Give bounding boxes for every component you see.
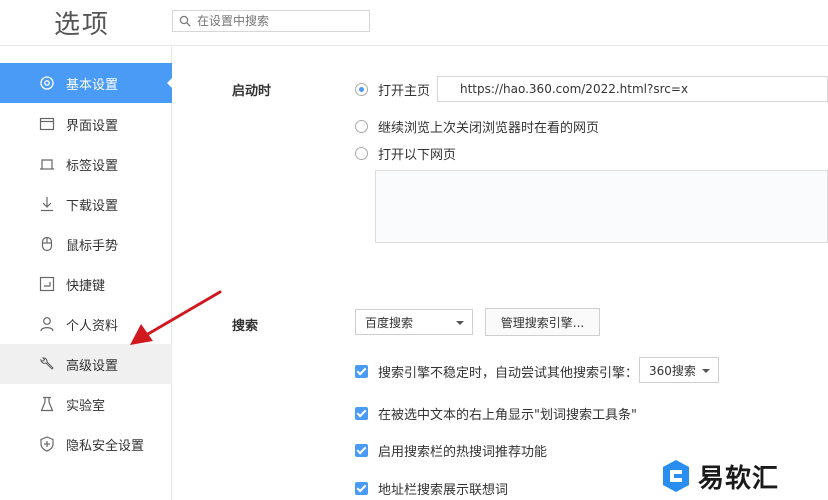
sidebar-item-label: 实验室 bbox=[66, 398, 106, 414]
sidebar-item-label: 下载设置 bbox=[66, 198, 119, 214]
startup-option-continue[interactable]: 继续浏览上次关闭浏览器时在看的网页 bbox=[355, 117, 599, 136]
checkbox[interactable] bbox=[355, 407, 368, 420]
checkbox-label: 搜索引擎不稳定时，自动尝试其他搜索引擎： bbox=[378, 366, 639, 381]
tab-icon bbox=[39, 156, 55, 172]
gear-icon bbox=[39, 75, 55, 91]
startup-section-label: 启动时 bbox=[232, 84, 272, 99]
checkbox[interactable] bbox=[355, 444, 368, 457]
startup-option-open-pages[interactable]: 打开以下网页 bbox=[355, 144, 456, 163]
active-indicator bbox=[167, 77, 173, 89]
sidebar-item-tab-settings[interactable]: 标签设置 bbox=[0, 144, 172, 184]
sidebar-item-label: 快捷键 bbox=[66, 278, 106, 294]
search-option-hot-words[interactable]: 启用搜索栏的热搜词推荐功能 bbox=[355, 441, 547, 460]
wrench-icon bbox=[39, 356, 55, 372]
flask-icon bbox=[39, 396, 55, 412]
radio-button[interactable] bbox=[355, 120, 368, 133]
startup-option-homepage[interactable]: 打开主页 bbox=[355, 80, 430, 99]
chevron-down-icon bbox=[456, 321, 464, 325]
sidebar-item-label: 高级设置 bbox=[66, 358, 119, 374]
checkbox-label: 在被选中文本的右上角显示"划词搜索工具条" bbox=[378, 408, 637, 423]
search-input[interactable] bbox=[197, 12, 365, 30]
radio-button[interactable] bbox=[355, 147, 368, 160]
logo-icon bbox=[663, 460, 689, 492]
user-icon bbox=[39, 316, 55, 332]
sidebar: 基本设置 界面设置 标签设置 下载设置 鼠标手势 快捷键 个人资料 高级设置 实… bbox=[0, 46, 173, 500]
radio-label: 继续浏览上次关闭浏览器时在看的网页 bbox=[378, 121, 600, 136]
homepage-url-input[interactable] bbox=[437, 76, 828, 102]
page-title: 选项 bbox=[54, 10, 111, 40]
search-engine-select[interactable]: 百度搜索 bbox=[355, 309, 473, 335]
search-section-label: 搜索 bbox=[232, 319, 259, 334]
sidebar-item-privacy-security[interactable]: 隐私安全设置 bbox=[0, 424, 172, 464]
sidebar-item-lab[interactable]: 实验室 bbox=[0, 384, 172, 424]
checkbox[interactable] bbox=[355, 365, 368, 378]
manage-search-engines-button[interactable]: 管理搜索引擎... bbox=[485, 308, 600, 336]
sidebar-item-label: 基本设置 bbox=[66, 77, 119, 93]
fallback-engine-select[interactable]: 360搜索 bbox=[639, 357, 719, 383]
startup-pages-list[interactable] bbox=[375, 170, 828, 243]
fallback-engine-value: 360搜索 bbox=[649, 363, 696, 378]
search-icon bbox=[179, 15, 191, 27]
checkbox[interactable] bbox=[355, 482, 368, 495]
chevron-down-icon bbox=[702, 369, 710, 373]
sidebar-item-label: 标签设置 bbox=[66, 158, 119, 174]
shortcut-icon bbox=[39, 276, 55, 292]
search-option-fallback[interactable]: 搜索引擎不稳定时，自动尝试其他搜索引擎： bbox=[355, 362, 638, 381]
sidebar-item-shortcuts[interactable]: 快捷键 bbox=[0, 264, 172, 304]
sidebar-item-advanced-settings[interactable]: 高级设置 bbox=[0, 344, 172, 384]
mouse-icon bbox=[39, 236, 55, 252]
sidebar-item-basic-settings[interactable]: 基本设置 bbox=[0, 63, 173, 103]
watermark-logo: 易软汇 bbox=[662, 452, 828, 500]
checkbox-label: 地址栏搜索展示联想词 bbox=[378, 483, 509, 498]
sidebar-item-download-settings[interactable]: 下载设置 bbox=[0, 184, 172, 224]
download-icon bbox=[39, 196, 55, 212]
window-icon bbox=[39, 116, 55, 132]
shield-icon bbox=[39, 436, 55, 452]
search-option-address-bar-suggestions[interactable]: 地址栏搜索展示联想词 bbox=[355, 479, 508, 498]
radio-button[interactable] bbox=[355, 83, 368, 96]
radio-label: 打开主页 bbox=[378, 84, 431, 99]
sidebar-item-label: 鼠标手势 bbox=[66, 238, 119, 254]
sidebar-item-mouse-gestures[interactable]: 鼠标手势 bbox=[0, 224, 172, 264]
sidebar-item-label: 隐私安全设置 bbox=[66, 438, 145, 454]
sidebar-item-interface-settings[interactable]: 界面设置 bbox=[0, 104, 172, 144]
watermark-text: 易软汇 bbox=[698, 463, 780, 494]
sidebar-item-label: 个人资料 bbox=[66, 318, 119, 334]
search-engine-value: 百度搜索 bbox=[365, 315, 414, 330]
sidebar-item-label: 界面设置 bbox=[66, 118, 119, 134]
radio-label: 打开以下网页 bbox=[378, 148, 457, 163]
search-box[interactable] bbox=[172, 10, 370, 32]
sidebar-item-profile[interactable]: 个人资料 bbox=[0, 304, 172, 344]
checkbox-label: 启用搜索栏的热搜词推荐功能 bbox=[378, 445, 548, 460]
search-option-selection-toolbar[interactable]: 在被选中文本的右上角显示"划词搜索工具条" bbox=[355, 404, 637, 423]
